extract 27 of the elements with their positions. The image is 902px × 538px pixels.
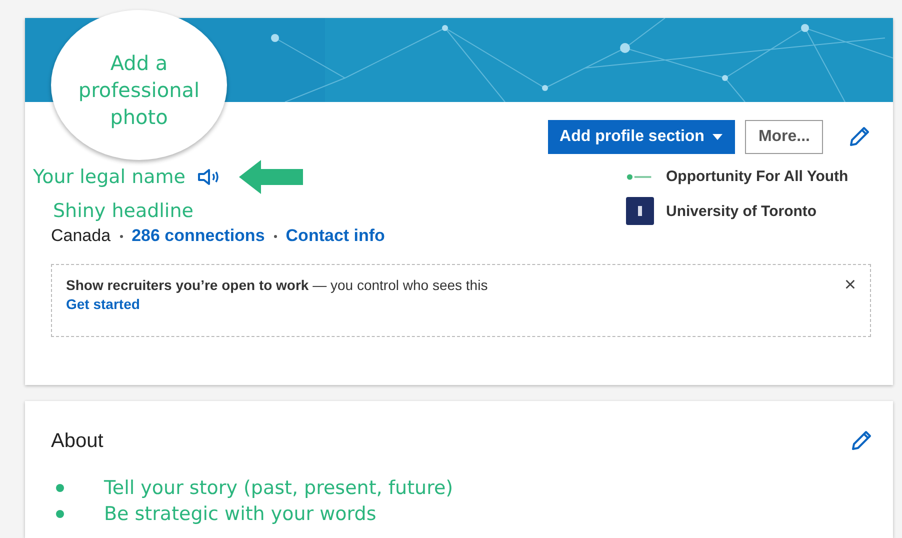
bullet-text: Tell your story (past, present, future) (104, 477, 454, 499)
separator-dot (120, 234, 123, 238)
photo-prompt: Add a professional photo (77, 50, 201, 130)
contact-info-link[interactable]: Contact info (286, 226, 385, 246)
separator-dot (274, 234, 277, 238)
open-to-work-message: Show recruiters you’re open to work — you control who sees this (66, 277, 488, 293)
add-profile-section-button[interactable]: Add profile section (548, 120, 736, 154)
get-started-link[interactable]: Get started (66, 296, 488, 312)
arrow-icon (239, 160, 304, 194)
more-button[interactable]: More... (745, 120, 823, 154)
connections-link[interactable]: 286 connections (132, 226, 265, 246)
section-title: About (51, 430, 104, 452)
profile-headline: Shiny headline (53, 200, 194, 222)
speaker-icon[interactable] (197, 168, 222, 186)
edit-icon[interactable] (849, 429, 873, 453)
bullet-text: Be strategic with your words (104, 503, 376, 525)
bullet-dot (56, 484, 64, 492)
close-button[interactable]: × (844, 277, 856, 293)
profile-name: Your legal name (33, 166, 186, 188)
bullet-dot (56, 510, 64, 518)
affiliation-text[interactable]: Opportunity For All Youth (666, 168, 848, 185)
school-logo-icon (626, 197, 654, 225)
affiliation-text[interactable]: University of Toronto (666, 202, 817, 220)
organization-logo-icon (626, 172, 654, 180)
edit-icon[interactable] (847, 125, 871, 149)
location-text: Canada (51, 226, 111, 246)
caret-icon (712, 134, 724, 140)
